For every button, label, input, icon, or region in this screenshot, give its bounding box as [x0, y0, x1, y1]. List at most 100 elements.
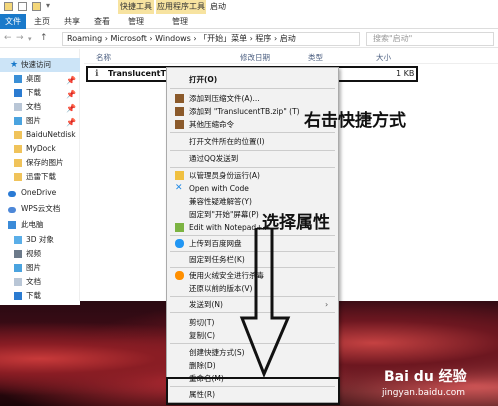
- document-icon: [14, 103, 22, 111]
- nav-item-wps-cloud[interactable]: WPS云文档: [0, 202, 80, 216]
- back-icon[interactable]: ←: [4, 33, 12, 43]
- nav-item-pc-documents[interactable]: 文档: [0, 275, 80, 289]
- column-type[interactable]: 类型: [308, 52, 323, 63]
- nav-item-documents[interactable]: 文档 📌: [0, 100, 80, 114]
- download-icon: [14, 89, 22, 97]
- annotation-right-click: 右击快捷方式: [304, 111, 406, 131]
- folder-icon: [4, 2, 13, 11]
- star-icon: ★: [10, 60, 19, 70]
- nav-item-pictures[interactable]: 图片 📌: [0, 114, 80, 128]
- nav-item-label: 下载: [26, 88, 41, 97]
- nav-pane-edge: [0, 301, 80, 305]
- nav-item-3d-objects[interactable]: 3D 对象: [0, 233, 80, 247]
- nav-item-desktop[interactable]: 桌面 📌: [0, 72, 80, 86]
- pin-icon[interactable]: 📌: [66, 74, 76, 86]
- nav-item-mydock[interactable]: MyDock: [0, 142, 80, 156]
- pin-icon[interactable]: 📌: [66, 116, 76, 128]
- archive-icon: [175, 120, 184, 129]
- nav-item-label: 图片: [26, 116, 41, 125]
- recent-locations-icon[interactable]: ▾: [28, 35, 32, 43]
- notepadpp-icon: [175, 223, 184, 232]
- folder-icon: [14, 159, 22, 167]
- pin-icon[interactable]: 📌: [66, 102, 76, 114]
- nav-item-label: MyDock: [26, 144, 56, 153]
- file-name[interactable]: TranslucentTB: [108, 69, 172, 78]
- nav-item-label: 桌面: [26, 74, 41, 83]
- context-tab-app-tools: 应用程序工具: [156, 0, 206, 14]
- address-bar[interactable]: Roaming › Microsoft › Windows › 「开始」菜单 ›…: [62, 32, 360, 46]
- menu-item-open-file-location[interactable]: 打开文件所在的位置(I): [167, 134, 338, 149]
- forward-icon[interactable]: →: [16, 33, 24, 43]
- down-arrow-annotation: [239, 228, 291, 378]
- nav-item-onedrive[interactable]: OneDrive: [0, 186, 80, 200]
- cloud-icon: [8, 207, 16, 213]
- download-icon: [14, 292, 22, 300]
- chevron-right-icon: ›: [325, 300, 329, 309]
- document-icon: [14, 278, 22, 286]
- nav-item-label: 3D 对象: [26, 235, 54, 244]
- menu-item-label: 固定到任务栏(K): [189, 255, 245, 264]
- tab-manage-shortcut[interactable]: 管理: [124, 14, 148, 29]
- nav-item-label: 文档: [26, 277, 41, 286]
- window-title: 启动: [210, 2, 226, 11]
- nav-item-quick-access[interactable]: ★ 快速访问: [0, 58, 80, 72]
- pin-icon[interactable]: 📌: [66, 88, 76, 100]
- menu-item-send-via-qq[interactable]: 通过QQ发送到: [167, 151, 338, 166]
- nav-item-baidunetdisk[interactable]: BaiduNetdisk: [0, 128, 80, 142]
- column-modified[interactable]: 修改日期: [240, 52, 270, 63]
- search-input[interactable]: 搜索"启动": [366, 32, 494, 46]
- nav-item-label: 快速访问: [21, 60, 51, 69]
- properties-icon[interactable]: [18, 2, 27, 11]
- title-bar: [0, 0, 498, 14]
- menu-item-label: 发送到(N): [189, 300, 223, 309]
- menu-item-label: 打开(O): [189, 75, 218, 84]
- menu-item-label: 复制(C): [189, 331, 216, 340]
- tab-file[interactable]: 文件: [0, 14, 26, 29]
- watermark-url: jingyan.baidu.com: [382, 388, 466, 398]
- huorong-icon: [175, 271, 184, 280]
- quick-access-toolbar-dropdown-icon[interactable]: ▾: [46, 1, 50, 10]
- nav-item-label: 文档: [26, 102, 41, 111]
- nav-item-label: WPS云文档: [21, 204, 61, 213]
- menu-separator: [170, 132, 335, 133]
- desktop-icon: [14, 75, 22, 83]
- tab-home[interactable]: 主页: [30, 14, 54, 29]
- menu-item-label: 其他压缩命令: [189, 120, 234, 129]
- nav-item-label: OneDrive: [21, 188, 57, 197]
- nav-item-label: 视频: [26, 249, 41, 258]
- up-icon[interactable]: ↑: [40, 33, 48, 43]
- folder-icon: [14, 145, 22, 153]
- shield-icon: [175, 171, 184, 180]
- tab-share[interactable]: 共享: [60, 14, 84, 29]
- nav-item-pc-pictures[interactable]: 图片: [0, 261, 80, 275]
- menu-item-label: 打开文件所在的位置(I): [189, 137, 265, 146]
- column-header-row: [84, 50, 498, 64]
- menu-separator: [170, 88, 335, 89]
- menu-item-open[interactable]: 打开(O): [167, 72, 338, 87]
- nav-item-downloads[interactable]: 下载 📌: [0, 86, 80, 100]
- menu-item-label: 通过QQ发送到: [189, 154, 239, 163]
- folder-icon: [14, 131, 22, 139]
- tab-view[interactable]: 查看: [90, 14, 114, 29]
- nav-item-xunlei[interactable]: 迅雷下载: [0, 170, 80, 184]
- nav-item-saved-pictures[interactable]: 保存的图片: [0, 156, 80, 170]
- nav-item-label: 保存的图片: [26, 158, 64, 167]
- menu-item-label: 上传到百度网盘: [189, 239, 242, 248]
- nav-item-label: 此电脑: [21, 220, 44, 229]
- column-size[interactable]: 大小: [376, 52, 391, 63]
- computer-icon: [8, 221, 16, 229]
- column-name[interactable]: 名称: [96, 52, 111, 63]
- properties-highlight-box: [166, 377, 340, 405]
- nav-item-label: 迅雷下载: [26, 172, 56, 181]
- nav-item-videos[interactable]: 视频: [0, 247, 80, 261]
- video-icon: [14, 250, 22, 258]
- baidu-jingyan-logo: Bai du 经验: [384, 369, 467, 385]
- tab-manage-app[interactable]: 管理: [168, 14, 192, 29]
- annotation-choose-properties: 选择属性: [262, 213, 330, 233]
- file-size: 1 KB: [396, 69, 415, 78]
- new-folder-icon[interactable]: [32, 2, 41, 11]
- vscode-icon: ✕: [175, 183, 183, 193]
- context-tab-shortcut-tools: 快捷工具: [118, 0, 154, 14]
- nav-item-this-pc[interactable]: 此电脑: [0, 218, 80, 232]
- nav-item-label: 图片: [26, 263, 41, 272]
